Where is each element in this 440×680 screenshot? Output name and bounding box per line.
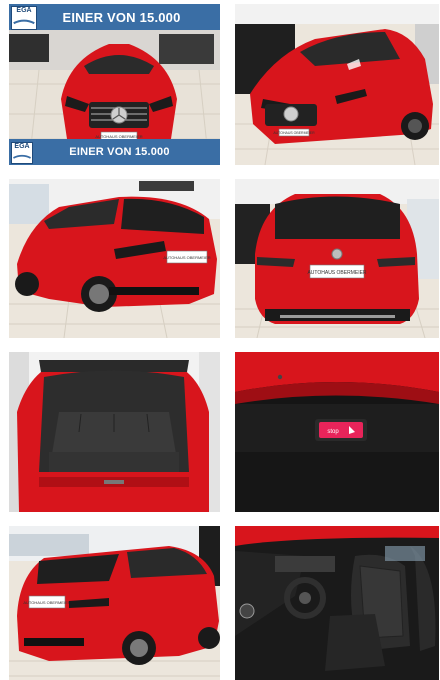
photo-open-trunk[interactable] (9, 352, 220, 512)
ega-logo: EGA (11, 6, 37, 30)
photo-front-exterior[interactable]: AUTOHAUS OBERMEIER EGA EINER VON 15.000 … (9, 4, 220, 165)
rear-side-plate-text: AUTOHAUS OBERMEIER (23, 600, 70, 605)
rear-car-image: AUTOHAUS OBERMEIER (235, 179, 439, 338)
ega-logo-small-text: EGA (14, 143, 30, 150)
tailgate-detail-image: stop (235, 352, 439, 512)
interior-image (235, 526, 439, 680)
promo-banner-top-text: EINER VON 15.000 (62, 9, 181, 25)
photo-front-three-quarter[interactable]: AUTOHAUS OBERMEIER (235, 4, 439, 165)
promo-banner-top: EGA EINER VON 15.000 (9, 4, 220, 30)
photo-rear-side-view[interactable]: AUTOHAUS OBERMEIER (9, 526, 220, 680)
ega-logo-small: EGA (11, 142, 33, 164)
front-quarter-plate-text: AUTOHAUS OBERMEIER (273, 131, 315, 135)
photo-interior-cockpit[interactable] (235, 526, 439, 680)
photo-rear-three-quarter-left[interactable]: AUTOHAUS OBERMEIER (9, 179, 220, 338)
front-quarter-car-image: AUTOHAUS OBERMEIER (235, 4, 439, 165)
photo-tailgate-button[interactable]: stop (235, 352, 439, 512)
promo-banner-bottom-text: EINER VON 15.000 (69, 146, 170, 158)
promo-banner-bottom: EGA EINER VON 15.000 (9, 139, 220, 165)
rear-plate-text: AUTOHAUS OBERMEIER (307, 270, 366, 276)
rear-left-plate-text: AUTOHAUS OBERMEIER (163, 255, 210, 260)
open-trunk-image (9, 352, 220, 512)
ega-logo-text: EGA (16, 7, 32, 14)
tailgate-stop-label: stop (327, 429, 339, 435)
rear-left-car-image: AUTOHAUS OBERMEIER (9, 179, 220, 338)
rear-side-car-image: AUTOHAUS OBERMEIER (9, 526, 220, 680)
photo-rear-view[interactable]: AUTOHAUS OBERMEIER (235, 179, 439, 338)
